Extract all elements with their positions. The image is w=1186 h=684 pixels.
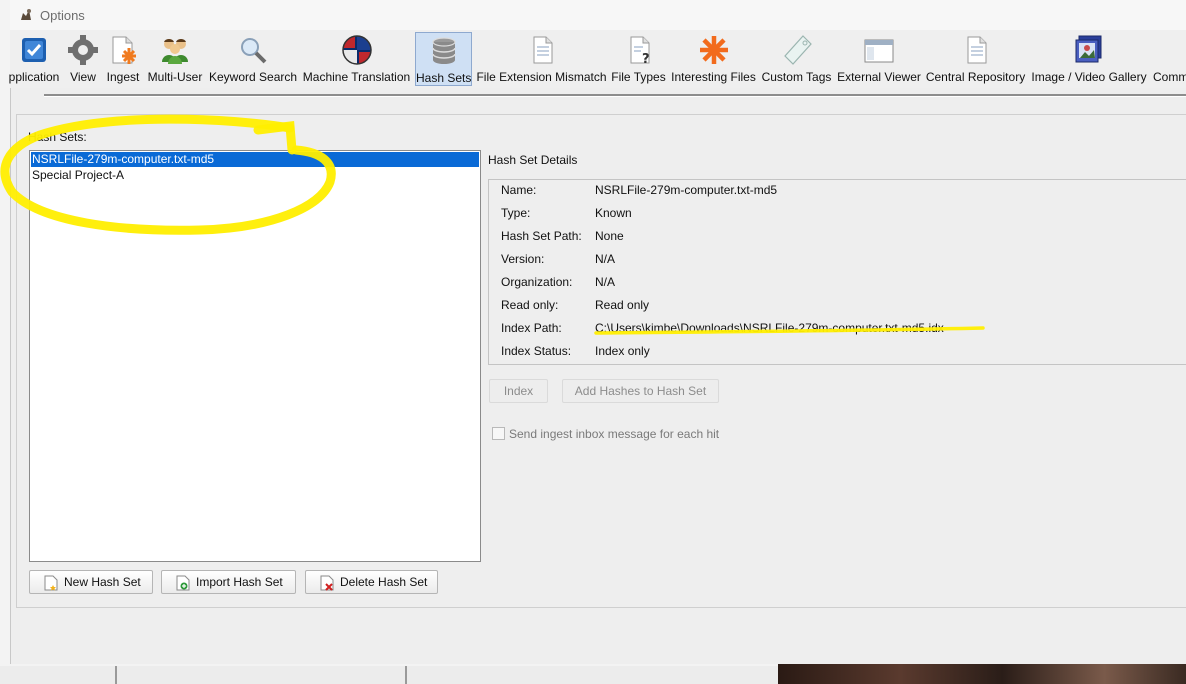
detail-value-read-only: Read only xyxy=(595,298,650,312)
toolbar-item-label: File Extension Mismatch xyxy=(476,70,607,84)
toolbar-item-label: File Types xyxy=(611,70,666,84)
gallery-icon xyxy=(1075,35,1102,63)
detail-key: Index Status: xyxy=(501,344,572,358)
delete-document-icon xyxy=(320,575,334,591)
toolbar-item-file-extension-mismatch[interactable]: File Extension Mismatch xyxy=(476,32,607,86)
document-question-icon: ? xyxy=(630,36,650,66)
delete-hash-set-label: Delete Hash Set xyxy=(340,575,428,589)
toolbar-item-external-viewer[interactable]: External Viewer xyxy=(837,32,921,86)
toolbar-item-interesting-files[interactable]: Interesting Files xyxy=(670,32,757,86)
toolbar-item-label: Comm xyxy=(1153,70,1186,84)
checkbox-icon xyxy=(22,38,46,62)
toolbar-item-label: Custom Tags xyxy=(761,70,832,84)
svg-text:?: ? xyxy=(642,52,650,66)
toolbar-item-label: View xyxy=(70,70,96,84)
background-divider xyxy=(115,666,117,684)
detail-key: Read only: xyxy=(501,298,559,312)
toolbar-item-application[interactable]: pplication xyxy=(4,32,64,86)
index-button[interactable]: Index xyxy=(489,379,548,403)
send-ingest-message-label: Send ingest inbox message for each hit xyxy=(509,427,720,441)
new-hash-set-label: New Hash Set xyxy=(64,575,141,589)
detail-value-name: NSRLFile-279m-computer.txt-md5 xyxy=(595,183,778,197)
toolbar-item-label: Interesting Files xyxy=(671,70,756,84)
new-hash-set-button[interactable]: New Hash Set xyxy=(29,570,153,594)
toolbar-item-ingest[interactable]: Ingest xyxy=(104,32,142,86)
detail-key: Version: xyxy=(501,252,545,266)
toolbar-item-label: External Viewer xyxy=(837,70,921,84)
globe-flags-icon xyxy=(341,35,372,65)
document-icon xyxy=(533,36,552,64)
toolbar-item-label: Central Repository xyxy=(925,70,1026,84)
toolbar-item-label: Machine Translation xyxy=(302,70,411,84)
detail-value-type: Known xyxy=(595,206,632,220)
toolbar-item-label: Image / Video Gallery xyxy=(1031,70,1147,84)
hash-set-details-title: Hash Set Details xyxy=(488,153,578,167)
toolbar-item-keyword-search[interactable]: Keyword Search xyxy=(209,32,297,86)
app-icon xyxy=(21,9,31,20)
toolbar-item-multi-user[interactable]: Multi-User xyxy=(145,32,205,86)
database-icon xyxy=(431,37,456,64)
detail-key: Index Path: xyxy=(501,321,562,335)
detail-value-index-path: C:\Users\kimbe\Downloads\NSRLFile-279m-c… xyxy=(595,321,944,335)
gear-icon xyxy=(68,35,98,65)
detail-value-organization: N/A xyxy=(595,275,616,289)
new-document-icon xyxy=(44,575,58,591)
asterisk-icon xyxy=(699,36,728,64)
toolbar-item-label: Hash Sets xyxy=(416,71,472,85)
tag-icon xyxy=(783,35,812,65)
hash-sets-list[interactable]: NSRLFile-279m-computer.txt-md5 Special P… xyxy=(29,150,481,562)
add-hashes-button[interactable]: Add Hashes to Hash Set xyxy=(562,379,719,403)
toolbar-item-label: Keyword Search xyxy=(209,70,298,84)
background-photo xyxy=(778,664,1186,684)
list-item[interactable]: Special Project-A xyxy=(31,168,479,183)
detail-key: Organization: xyxy=(501,275,573,289)
toolbar-item-file-types[interactable]: ? File Types xyxy=(611,32,666,86)
background-divider xyxy=(405,666,407,684)
toolbar-item-label: Multi-User xyxy=(147,70,203,84)
toolbar-item-comm[interactable]: Comm xyxy=(1150,32,1186,86)
detail-key: Hash Set Path: xyxy=(501,229,582,243)
window-title: Options xyxy=(40,8,85,23)
users-icon xyxy=(162,38,188,64)
import-hash-set-label: Import Hash Set xyxy=(196,575,283,589)
detail-key: Type: xyxy=(501,206,531,220)
toolbar-item-label: pplication xyxy=(8,70,60,84)
delete-hash-set-button[interactable]: Delete Hash Set xyxy=(305,570,438,594)
hash-sets-label: Hash Sets: xyxy=(28,130,87,144)
title-bar[interactable] xyxy=(10,0,1186,30)
toolbar-item-view[interactable]: View xyxy=(66,32,100,86)
list-item[interactable]: NSRLFile-279m-computer.txt-md5 xyxy=(31,152,479,167)
hash-set-details-box xyxy=(488,179,1186,365)
toolbar-item-central-repository[interactable]: Central Repository xyxy=(925,32,1026,86)
detail-value-index-status: Index only xyxy=(595,344,650,358)
detail-value-version: N/A xyxy=(595,252,616,266)
toolbar-separator xyxy=(44,94,1186,97)
import-document-icon xyxy=(176,575,190,591)
toolbar-item-machine-translation[interactable]: Machine Translation xyxy=(301,32,412,86)
toolbar-item-image-video-gallery[interactable]: Image / Video Gallery xyxy=(1030,32,1148,86)
window-icon xyxy=(864,39,894,63)
document-icon xyxy=(967,36,986,64)
detail-key: Name: xyxy=(501,183,537,197)
import-hash-set-button[interactable]: Import Hash Set xyxy=(161,570,296,594)
send-ingest-message-checkbox[interactable] xyxy=(492,427,505,440)
magnifier-icon xyxy=(241,38,267,64)
ingest-icon xyxy=(112,36,136,64)
detail-value-path: None xyxy=(595,229,624,243)
toolbar-item-label: Ingest xyxy=(106,70,140,84)
toolbar-item-hash-sets[interactable]: Hash Sets xyxy=(415,32,472,86)
toolbar-item-custom-tags[interactable]: Custom Tags xyxy=(760,32,833,86)
